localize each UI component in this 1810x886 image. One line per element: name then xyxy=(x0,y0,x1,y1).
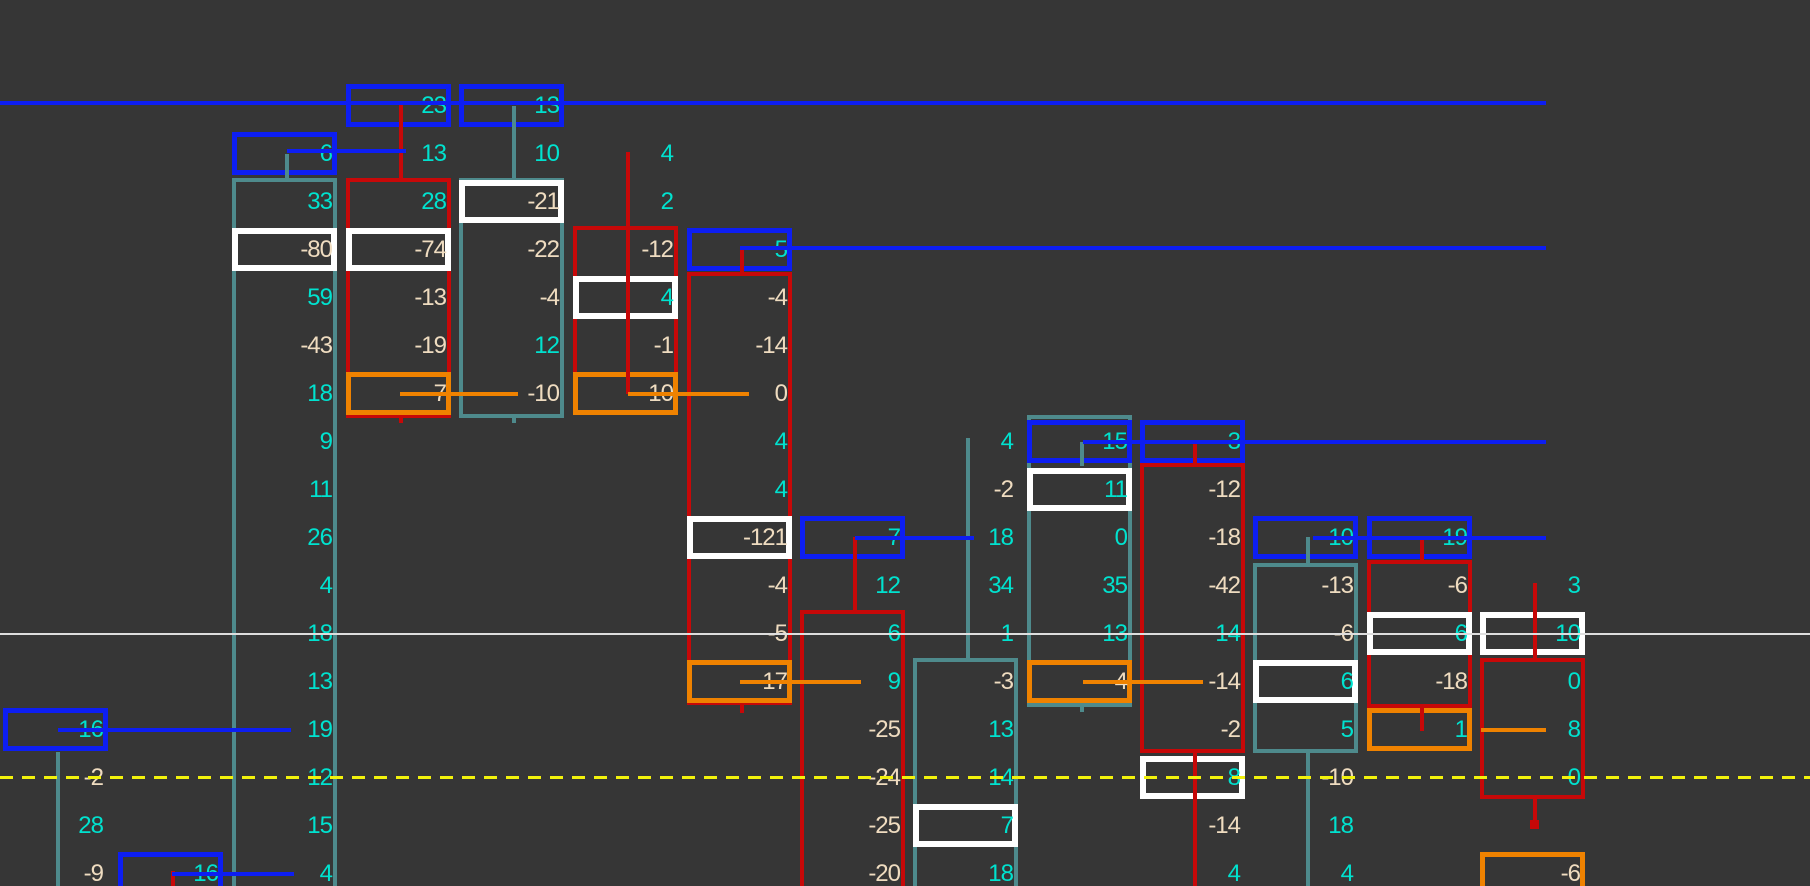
value-cell: -3 xyxy=(993,668,1014,695)
value-cell: 13 xyxy=(307,668,333,695)
candle-wick xyxy=(1080,706,1084,712)
value-cell: -74 xyxy=(414,236,447,263)
high-level-ray xyxy=(0,101,1546,105)
candle-wick xyxy=(512,106,516,179)
candle-wick xyxy=(399,417,403,423)
candle-wick xyxy=(1306,752,1310,886)
value-cell: -4 xyxy=(767,572,788,599)
high-level-ray xyxy=(1313,536,1546,540)
value-cell: -13 xyxy=(414,284,447,311)
candle-wick xyxy=(1533,583,1537,659)
high-level-ray xyxy=(1083,440,1546,444)
wick-end-dot xyxy=(1530,820,1539,829)
value-cell: 9 xyxy=(319,428,333,455)
value-cell: -21 xyxy=(527,188,560,215)
candle-wick xyxy=(966,438,970,659)
value-cell: 33 xyxy=(307,188,333,215)
value-cell: 13 xyxy=(988,716,1014,743)
value-cell: -14 xyxy=(755,332,788,359)
candle-wick xyxy=(512,417,516,423)
value-cell: 4 xyxy=(319,860,333,886)
value-cell: 7 xyxy=(1000,812,1014,839)
close-level-ray xyxy=(400,392,518,396)
candle-wick xyxy=(853,537,857,611)
value-cell: -25 xyxy=(868,812,901,839)
close-level-ray xyxy=(1083,680,1203,684)
value-cell: -42 xyxy=(1208,572,1241,599)
high-level-ray xyxy=(172,872,294,876)
high-level-ray xyxy=(287,149,406,153)
candle-wick xyxy=(399,104,403,179)
value-cell: -80 xyxy=(300,236,333,263)
candle-wick xyxy=(285,154,289,179)
candle-wick xyxy=(1193,752,1197,886)
candle-wick xyxy=(1306,537,1310,564)
value-cell: 28 xyxy=(421,188,447,215)
value-cell: 26 xyxy=(307,524,333,551)
value-cell: 0 xyxy=(1567,668,1581,695)
candle-wick xyxy=(740,704,744,713)
close-level-ray xyxy=(740,680,861,684)
value-cell: -22 xyxy=(527,236,560,263)
value-cell: 5 xyxy=(1340,716,1354,743)
close-level-ray xyxy=(1481,728,1546,732)
close-level-ray xyxy=(628,392,749,396)
value-cell: -6 xyxy=(1447,572,1468,599)
value-cell: -18 xyxy=(1435,668,1468,695)
candle-wick xyxy=(740,249,744,273)
value-cell: 11 xyxy=(309,476,333,503)
candle-wick xyxy=(56,752,60,886)
value-cell: 4 xyxy=(319,572,333,599)
value-cell: 59 xyxy=(307,284,333,311)
value-cell: 6 xyxy=(1340,668,1354,695)
footprint-chart-canvas[interactable]: 16-228-916633-8059-431891126418131912154… xyxy=(0,0,1810,886)
value-cell: -121 xyxy=(742,524,788,551)
value-cell: 4 xyxy=(774,428,788,455)
value-cell: 35 xyxy=(1102,572,1128,599)
high-level-ray xyxy=(740,246,1546,250)
value-cell: 15 xyxy=(307,812,333,839)
value-cell: 11 xyxy=(1104,476,1128,503)
value-cell: 12 xyxy=(534,332,560,359)
value-cell: -20 xyxy=(868,860,901,886)
high-level-ray xyxy=(855,536,974,540)
current-price-line xyxy=(0,633,1810,635)
candle-wick xyxy=(1420,707,1424,731)
value-cell: -18 xyxy=(1208,524,1241,551)
value-cell: 18 xyxy=(307,380,333,407)
value-cell: -4 xyxy=(539,284,560,311)
value-cell: 0 xyxy=(1114,524,1128,551)
value-cell: -12 xyxy=(1208,476,1241,503)
value-cell: -25 xyxy=(868,716,901,743)
candle-wick xyxy=(1193,444,1197,464)
candle-wick xyxy=(626,152,630,394)
value-cell: -6 xyxy=(1560,860,1581,886)
settlement-dashed-line xyxy=(0,776,1810,779)
value-cell: -13 xyxy=(1321,572,1354,599)
value-cell: 18 xyxy=(988,860,1014,886)
candle-wick xyxy=(1420,537,1424,561)
value-cell: -4 xyxy=(767,284,788,311)
value-cell: 4 xyxy=(774,476,788,503)
high-level-ray xyxy=(58,728,291,732)
value-cell: -2 xyxy=(1220,716,1241,743)
value-cell: -19 xyxy=(414,332,447,359)
value-cell: -43 xyxy=(300,332,333,359)
candle-wick xyxy=(1080,442,1084,466)
